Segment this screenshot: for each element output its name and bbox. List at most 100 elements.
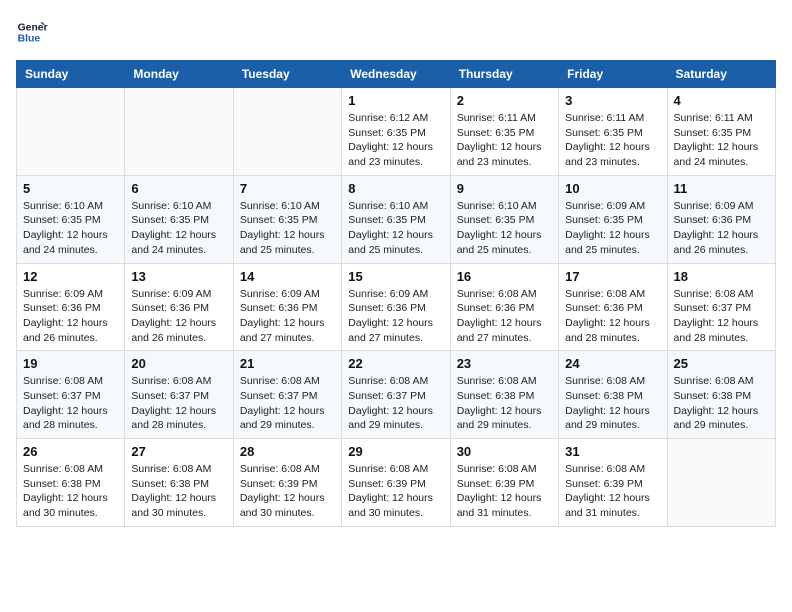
svg-text:Blue: Blue (18, 34, 41, 45)
calendar-cell: 19Sunrise: 6:08 AM Sunset: 6:37 PM Dayli… (17, 351, 125, 439)
calendar-cell: 24 Sunrise: 6:08 AM Sunset: 6:38 PM Dayli… (559, 351, 667, 439)
calendar-header-row: SundayMondayTuesdayWednesdayThursdayFrid… (17, 61, 776, 88)
day-info: Sunrise: 6:08 AM Sunset: 6:37 PM Dayligh… (240, 374, 335, 433)
day-info: Sunrise: 6:10 AM Sunset: 6:35 PM Dayligh… (457, 199, 552, 258)
day-number: 17 (565, 269, 660, 284)
day-number: 2 (457, 93, 552, 108)
calendar-cell: 11Sunrise: 6:09 AM Sunset: 6:36 PM Dayli… (667, 175, 775, 263)
day-info: Sunrise: 6:11 AM Sunset: 6:35 PM Dayligh… (457, 111, 552, 170)
weekday-header: Tuesday (233, 61, 341, 88)
calendar-cell: 21Sunrise: 6:08 AM Sunset: 6:37 PM Dayli… (233, 351, 341, 439)
day-number: 29 (348, 444, 443, 459)
day-info: Sunrise: 6:08 AM Sunset: 6:38 PM Dayligh… (131, 462, 226, 521)
day-info: Sunrise: 6:11 AM Sunset: 6:35 PM Dayligh… (565, 111, 660, 170)
day-info: Sunrise: 6:08 AM Sunset: 6:38 PM Dayligh… (674, 374, 769, 433)
day-info: Sunrise: 6:08 AM Sunset: 6:38 PM Dayligh… (565, 374, 660, 433)
day-number: 26 (23, 444, 118, 459)
day-info: Sunrise: 6:08 AM Sunset: 6:39 PM Dayligh… (565, 462, 660, 521)
calendar-cell: 9 Sunrise: 6:10 AM Sunset: 6:35 PM Daylig… (450, 175, 558, 263)
day-info: Sunrise: 6:08 AM Sunset: 6:39 PM Dayligh… (240, 462, 335, 521)
calendar-cell: 28 Sunrise: 6:08 AM Sunset: 6:39 PM Dayli… (233, 439, 341, 527)
day-number: 30 (457, 444, 552, 459)
day-number: 7 (240, 181, 335, 196)
calendar-cell: 12Sunrise: 6:09 AM Sunset: 6:36 PM Dayli… (17, 263, 125, 351)
calendar: SundayMondayTuesdayWednesdayThursdayFrid… (16, 60, 776, 527)
day-number: 28 (240, 444, 335, 459)
day-number: 14 (240, 269, 335, 284)
calendar-cell: 13 Sunrise: 6:09 AM Sunset: 6:36 PM Dayli… (125, 263, 233, 351)
logo: General Blue (16, 16, 52, 48)
day-number: 10 (565, 181, 660, 196)
day-number: 24 (565, 356, 660, 371)
day-number: 5 (23, 181, 118, 196)
calendar-cell: 8 Sunrise: 6:10 AM Sunset: 6:35 PM Daylig… (342, 175, 450, 263)
day-number: 4 (674, 93, 769, 108)
calendar-cell: 1 Sunrise: 6:12 AM Sunset: 6:35 PM Daylig… (342, 88, 450, 176)
day-info: Sunrise: 6:08 AM Sunset: 6:38 PM Dayligh… (23, 462, 118, 521)
calendar-cell: 10Sunrise: 6:09 AM Sunset: 6:35 PM Dayli… (559, 175, 667, 263)
day-info: Sunrise: 6:09 AM Sunset: 6:36 PM Dayligh… (348, 287, 443, 346)
calendar-cell: 31 Sunrise: 6:08 AM Sunset: 6:39 PM Dayli… (559, 439, 667, 527)
calendar-week-row: 5 Sunrise: 6:10 AM Sunset: 6:35 PM Daylig… (17, 175, 776, 263)
day-info: Sunrise: 6:08 AM Sunset: 6:37 PM Dayligh… (131, 374, 226, 433)
day-number: 3 (565, 93, 660, 108)
calendar-cell: 23Sunrise: 6:08 AM Sunset: 6:38 PM Dayli… (450, 351, 558, 439)
weekday-header: Friday (559, 61, 667, 88)
calendar-cell: 2 Sunrise: 6:11 AM Sunset: 6:35 PM Daylig… (450, 88, 558, 176)
day-info: Sunrise: 6:10 AM Sunset: 6:35 PM Dayligh… (131, 199, 226, 258)
day-number: 12 (23, 269, 118, 284)
day-info: Sunrise: 6:08 AM Sunset: 6:38 PM Dayligh… (457, 374, 552, 433)
day-number: 27 (131, 444, 226, 459)
calendar-cell: 27 Sunrise: 6:08 AM Sunset: 6:38 PM Dayli… (125, 439, 233, 527)
calendar-cell: 16Sunrise: 6:08 AM Sunset: 6:36 PM Dayli… (450, 263, 558, 351)
day-number: 8 (348, 181, 443, 196)
day-info: Sunrise: 6:09 AM Sunset: 6:36 PM Dayligh… (131, 287, 226, 346)
day-info: Sunrise: 6:10 AM Sunset: 6:35 PM Dayligh… (23, 199, 118, 258)
day-number: 11 (674, 181, 769, 196)
calendar-week-row: 26 Sunrise: 6:08 AM Sunset: 6:38 PM Dayli… (17, 439, 776, 527)
day-number: 6 (131, 181, 226, 196)
calendar-cell (667, 439, 775, 527)
calendar-cell: 29Sunrise: 6:08 AM Sunset: 6:39 PM Dayli… (342, 439, 450, 527)
day-info: Sunrise: 6:08 AM Sunset: 6:39 PM Dayligh… (457, 462, 552, 521)
calendar-cell: 20 Sunrise: 6:08 AM Sunset: 6:37 PM Dayli… (125, 351, 233, 439)
calendar-cell: 14 Sunrise: 6:09 AM Sunset: 6:36 PM Dayli… (233, 263, 341, 351)
logo-icon: General Blue (16, 16, 48, 48)
day-info: Sunrise: 6:08 AM Sunset: 6:37 PM Dayligh… (23, 374, 118, 433)
calendar-cell (17, 88, 125, 176)
day-info: Sunrise: 6:12 AM Sunset: 6:35 PM Dayligh… (348, 111, 443, 170)
calendar-cell: 26 Sunrise: 6:08 AM Sunset: 6:38 PM Dayli… (17, 439, 125, 527)
day-number: 18 (674, 269, 769, 284)
calendar-cell: 22Sunrise: 6:08 AM Sunset: 6:37 PM Dayli… (342, 351, 450, 439)
calendar-cell: 4Sunrise: 6:11 AM Sunset: 6:35 PM Daylig… (667, 88, 775, 176)
calendar-cell (125, 88, 233, 176)
calendar-cell: 25Sunrise: 6:08 AM Sunset: 6:38 PM Dayli… (667, 351, 775, 439)
day-info: Sunrise: 6:10 AM Sunset: 6:35 PM Dayligh… (240, 199, 335, 258)
weekday-header: Wednesday (342, 61, 450, 88)
weekday-header: Sunday (17, 61, 125, 88)
calendar-cell: 3 Sunrise: 6:11 AM Sunset: 6:35 PM Daylig… (559, 88, 667, 176)
calendar-body: 1 Sunrise: 6:12 AM Sunset: 6:35 PM Daylig… (17, 88, 776, 527)
day-number: 9 (457, 181, 552, 196)
calendar-cell: 30 Sunrise: 6:08 AM Sunset: 6:39 PM Dayli… (450, 439, 558, 527)
day-number: 20 (131, 356, 226, 371)
day-info: Sunrise: 6:09 AM Sunset: 6:36 PM Dayligh… (240, 287, 335, 346)
day-info: Sunrise: 6:08 AM Sunset: 6:37 PM Dayligh… (674, 287, 769, 346)
weekday-header: Thursday (450, 61, 558, 88)
calendar-cell: 7 Sunrise: 6:10 AM Sunset: 6:35 PM Daylig… (233, 175, 341, 263)
calendar-cell: 17 Sunrise: 6:08 AM Sunset: 6:36 PM Dayli… (559, 263, 667, 351)
day-info: Sunrise: 6:08 AM Sunset: 6:36 PM Dayligh… (457, 287, 552, 346)
calendar-cell: 6 Sunrise: 6:10 AM Sunset: 6:35 PM Daylig… (125, 175, 233, 263)
calendar-cell: 15 Sunrise: 6:09 AM Sunset: 6:36 PM Dayli… (342, 263, 450, 351)
day-number: 13 (131, 269, 226, 284)
day-number: 1 (348, 93, 443, 108)
page-header: General Blue (16, 16, 776, 48)
day-number: 31 (565, 444, 660, 459)
day-info: Sunrise: 6:10 AM Sunset: 6:35 PM Dayligh… (348, 199, 443, 258)
day-info: Sunrise: 6:08 AM Sunset: 6:36 PM Dayligh… (565, 287, 660, 346)
weekday-header: Monday (125, 61, 233, 88)
weekday-header: Saturday (667, 61, 775, 88)
calendar-cell: 18 Sunrise: 6:08 AM Sunset: 6:37 PM Dayli… (667, 263, 775, 351)
calendar-week-row: 1 Sunrise: 6:12 AM Sunset: 6:35 PM Daylig… (17, 88, 776, 176)
day-number: 15 (348, 269, 443, 284)
